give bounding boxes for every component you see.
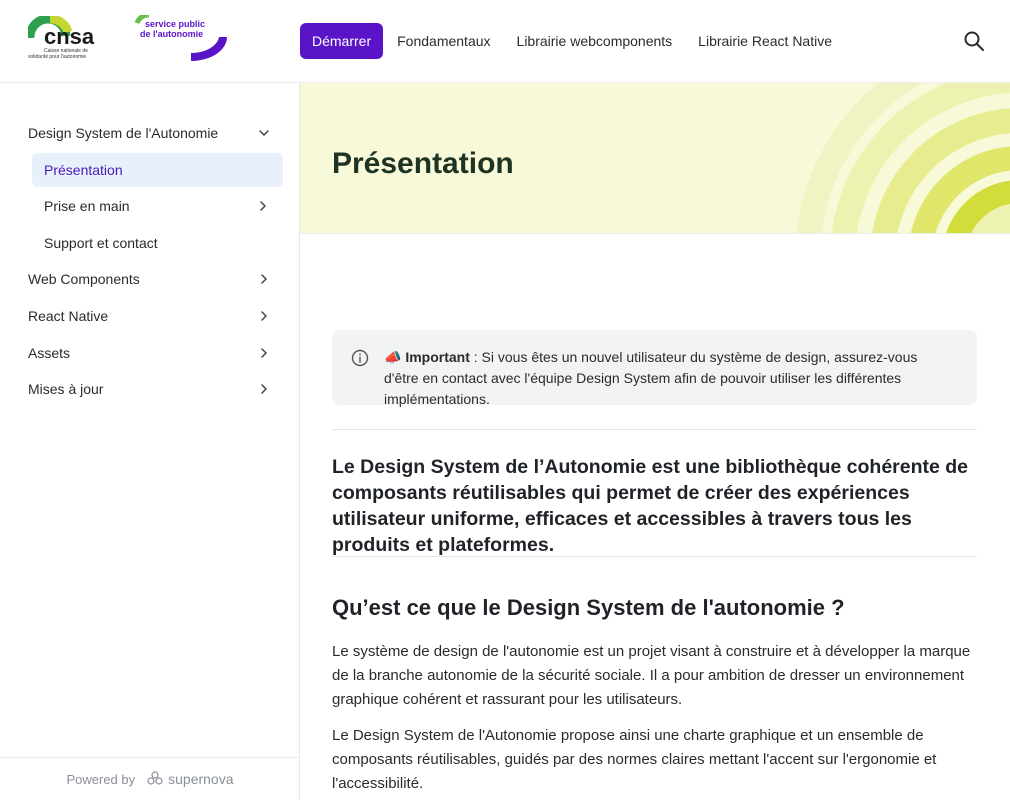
megaphone-icon: 📣 bbox=[384, 349, 402, 365]
chevron-right-icon bbox=[261, 384, 267, 394]
callout-strong: Important bbox=[405, 349, 470, 365]
sidebar-section-label: Web Components bbox=[28, 271, 140, 287]
sidebar-section-label: Mises à jour bbox=[28, 381, 104, 397]
sidebar-item-prise-en-main[interactable]: Prise en main bbox=[32, 189, 283, 223]
important-callout: 📣 Important : Si vous êtes un nouvel uti… bbox=[332, 330, 977, 407]
sidebar-item-support-contact[interactable]: Support et contact bbox=[32, 226, 283, 260]
nav-librairie-react-native[interactable]: Librairie React Native bbox=[685, 23, 845, 59]
powered-by-label: Powered by bbox=[66, 771, 136, 787]
supernova-brand: supernova bbox=[147, 771, 234, 787]
supernova-icon bbox=[147, 771, 163, 785]
nav-fondamentaux[interactable]: Fondamentaux bbox=[384, 23, 503, 59]
sidebar-section-mises-a-jour[interactable]: Mises à jour bbox=[28, 372, 272, 406]
body-paragraph: Le système de design de l'autonomie est … bbox=[332, 643, 971, 708]
sidebar-section-assets[interactable]: Assets bbox=[28, 336, 272, 370]
svg-text:cnsa: cnsa bbox=[44, 24, 95, 49]
svg-text:solidarité pour l'autonomie: solidarité pour l'autonomie bbox=[28, 54, 86, 60]
sidebar-section-design-system[interactable]: Design System de l'Autonomie bbox=[28, 116, 272, 150]
sidebar-item-label: Prise en main bbox=[44, 198, 130, 214]
body-paragraph: Le Design System de l'Autonomie propose … bbox=[332, 727, 937, 792]
chevron-right-icon bbox=[261, 274, 267, 284]
chevron-right-icon bbox=[260, 201, 266, 211]
sidebar-section-web-components[interactable]: Web Components bbox=[28, 262, 272, 296]
section-heading: Qu’est ce que le Design System de l'auto… bbox=[332, 595, 845, 620]
sidebar-item-label: Support et contact bbox=[44, 235, 158, 251]
sidebar-item-label: Présentation bbox=[44, 162, 123, 178]
svg-text:service public: service public bbox=[145, 19, 205, 29]
page-title: Présentation bbox=[332, 147, 514, 180]
sidebar-section-label: Assets bbox=[28, 345, 71, 361]
decorative-arcs bbox=[796, 83, 1010, 233]
chevron-right-icon bbox=[261, 348, 267, 358]
service-public-logo[interactable]: service public de l'autonomie bbox=[131, 12, 229, 61]
page-hero: Présentation bbox=[300, 83, 1010, 234]
sidebar-item-presentation[interactable]: Présentation bbox=[32, 153, 283, 187]
info-icon bbox=[351, 349, 369, 367]
main-nav: Démarrer Fondamentaux Librairie webcompo… bbox=[300, 23, 845, 59]
cnsa-logo[interactable]: cnsa Caisse nationale de solidarité pour… bbox=[25, 14, 98, 60]
divider bbox=[332, 556, 977, 557]
svg-text:de l'autonomie: de l'autonomie bbox=[140, 29, 203, 39]
sidebar-section-react-native[interactable]: React Native bbox=[28, 299, 272, 333]
callout-text: 📣 Important : Si vous êtes un nouvel uti… bbox=[384, 347, 954, 410]
sidebar-section-label: React Native bbox=[28, 308, 109, 324]
supernova-label: supernova bbox=[168, 771, 234, 787]
sidebar-section-label: Design System de l'Autonomie bbox=[28, 125, 219, 141]
top-header: cnsa Caisse nationale de solidarité pour… bbox=[0, 0, 1010, 83]
nav-demarrer[interactable]: Démarrer bbox=[300, 23, 384, 59]
search-icon[interactable] bbox=[963, 30, 985, 52]
nav-librairie-webcomponents[interactable]: Librairie webcomponents bbox=[504, 23, 686, 59]
lead-paragraph: Le Design System de l’Autonomie est une … bbox=[332, 456, 969, 556]
sidebar: Design System de l'Autonomie Présentatio… bbox=[0, 83, 300, 800]
divider bbox=[332, 429, 977, 430]
chevron-down-icon bbox=[259, 130, 269, 136]
chevron-right-icon bbox=[261, 311, 267, 321]
powered-by-footer[interactable]: Powered by supernova bbox=[0, 757, 300, 800]
